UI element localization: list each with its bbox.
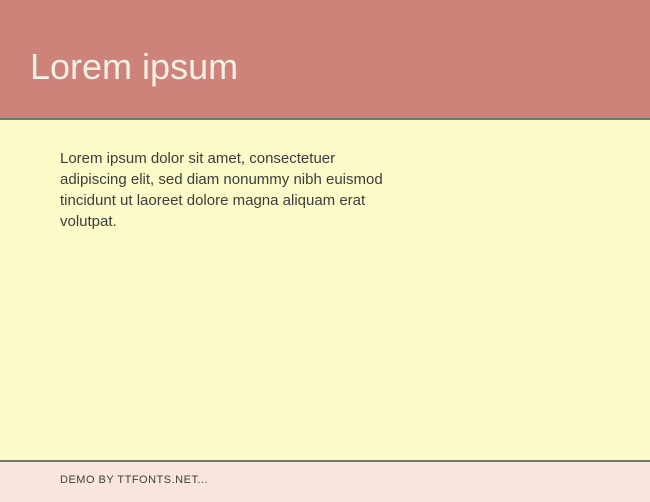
page-title: Lorem ipsum — [30, 46, 238, 98]
footer-text: DEMO BY TTFONTS.NET... — [60, 474, 590, 486]
body-paragraph: Lorem ipsum dolor sit amet, consectetuer… — [60, 148, 400, 232]
footer-section: DEMO BY TTFONTS.NET... — [0, 462, 650, 502]
content-section: Lorem ipsum dolor sit amet, consectetuer… — [0, 120, 650, 460]
header-section: Lorem ipsum — [0, 0, 650, 118]
